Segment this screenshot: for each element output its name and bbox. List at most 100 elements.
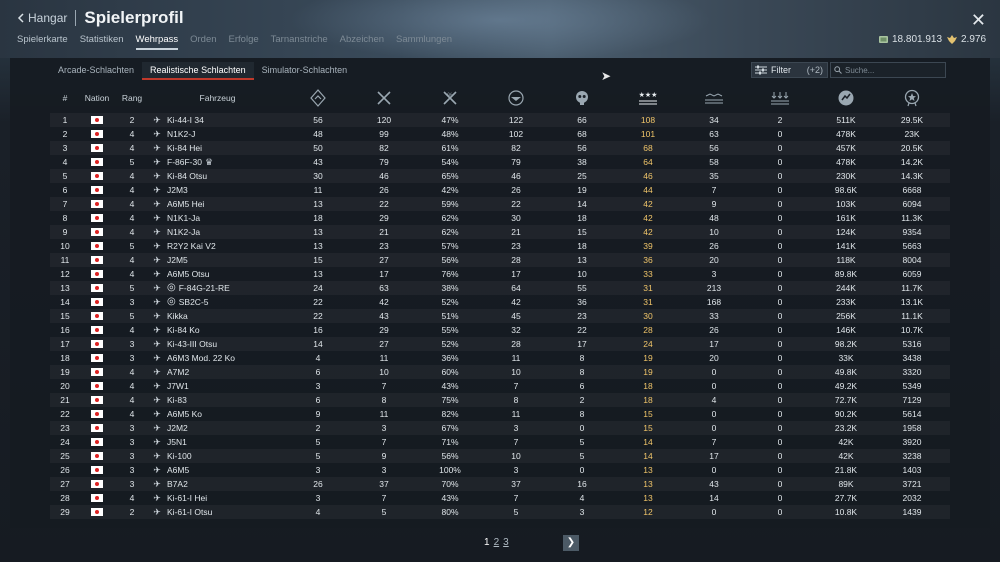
column-air-kills[interactable]: ★★★: [615, 84, 681, 112]
win-rate-value: 48%: [441, 129, 459, 139]
ground-kills-value: 17: [709, 451, 719, 461]
column-vehicle[interactable]: Fahrzeug: [150, 84, 285, 112]
column-deaths[interactable]: [549, 84, 615, 112]
table-row[interactable]: 14 3 ✈ ◎ SB2C-5 22 42 52% 42 36 31 168 0 233K 13.1K: [50, 295, 950, 309]
nation-flag: [80, 197, 114, 211]
column-nation[interactable]: Nation: [80, 84, 114, 112]
victories-value: 99: [379, 129, 389, 139]
victories-value: 29: [379, 325, 389, 335]
next-page-button[interactable]: ❯: [563, 535, 579, 551]
column-victories[interactable]: [351, 84, 417, 112]
table-row[interactable]: 21 4 ✈ Ki-83 6 8 75% 8 2 18 4 0 72.7K 7129: [50, 393, 950, 407]
back-button[interactable]: Hangar: [17, 11, 67, 25]
nation-flag: [80, 365, 114, 379]
win-rate-value: 55%: [441, 325, 459, 335]
aircraft-icon: ✈: [153, 409, 161, 419]
deaths-value: 66: [577, 115, 587, 125]
air-kills-value: 42: [643, 199, 653, 209]
score-value: 49.2K: [834, 381, 858, 391]
page-2-link[interactable]: 2: [494, 537, 500, 548]
rank-value: 3: [129, 437, 135, 447]
victories-value: 82: [379, 143, 389, 153]
column-ground-kills[interactable]: [681, 84, 747, 112]
table-row[interactable]: 17 3 ✈ Ki-43-III Otsu 14 27 52% 28 17 24 17 0 98.2K 5…: [50, 337, 950, 351]
battles-value: 26: [313, 479, 323, 489]
column-number[interactable]: #: [50, 84, 80, 112]
table-row[interactable]: 2 4 ✈ N1K2-J 48 99 48% 102 68 101 63 0 478K 23K: [50, 127, 950, 141]
vehicle-label: J2M5: [167, 255, 188, 265]
tab-spielerkarte[interactable]: Spielerkarte: [17, 34, 68, 50]
table-row[interactable]: 16 4 ✈ Ki-84 Ko 16 29 55% 32 22 28 26 0 146K 10.7K: [50, 323, 950, 337]
table-row[interactable]: 9 4 ✈ N1K2-Ja 13 21 62% 21 15 42 10 0 124K 9354: [50, 225, 950, 239]
tab-abzeichen[interactable]: Abzeichen: [340, 34, 384, 50]
table-row[interactable]: 10 5 ✈ R2Y2 Kai V2 13 23 57% 23 18 39 26 0 141K 5663: [50, 239, 950, 253]
table-row[interactable]: 25 3 ✈ Ki-100 5 9 56% 10 5 14 17 0 42K 3238: [50, 449, 950, 463]
table-row[interactable]: 22 4 ✈ A6M5 Ko 9 11 82% 11 8 15 0 0 90.2K 5614: [50, 407, 950, 421]
table-row[interactable]: 1 2 ✈ Ki-44-I 34 56 120 47% 122 66 108 34 2 511K 29.5…: [50, 113, 950, 127]
column-rank[interactable]: Rang: [114, 84, 150, 112]
tab-wehrpass[interactable]: Wehrpass: [135, 34, 179, 50]
japan-flag-icon: [91, 367, 103, 376]
air-kills-value: 42: [643, 227, 653, 237]
battles-value: 16: [313, 325, 323, 335]
win-rate-value: 76%: [441, 269, 459, 279]
filter-button[interactable]: Filter (+2): [751, 62, 828, 78]
table-row[interactable]: 19 4 ✈ A7M2 6 10 60% 10 8 19 0 0 49.8K 3320: [50, 365, 950, 379]
search-box[interactable]: [830, 62, 946, 78]
battles-value: 50: [313, 143, 323, 153]
table-row[interactable]: 5 4 ✈ Ki-84 Otsu 30 46 65% 46 25 46 35 0 230K 14.3K: [50, 169, 950, 183]
column-respawns[interactable]: [483, 84, 549, 112]
close-icon[interactable]: ✕: [971, 10, 986, 31]
table-row[interactable]: 13 5 ✈ ◎ F-84G-21-RE 24 63 38% 64 55 31 213 0 244K 11.…: [50, 281, 950, 295]
nation-flag: [80, 253, 114, 267]
respawns-value: 22: [511, 199, 521, 209]
air-kills-value: 64: [643, 157, 653, 167]
table-row[interactable]: 6 4 ✈ J2M3 11 26 42% 26 19 44 7 0 98.6K 6668: [50, 183, 950, 197]
table-row[interactable]: 29 2 ✈ Ki-61-I Otsu 4 5 80% 5 3 12 0 0 10.8K 1439: [50, 505, 950, 519]
page-1-link[interactable]: 1: [484, 537, 490, 548]
score-value: 103K: [836, 199, 856, 209]
tab-realistic-battles[interactable]: Realistische Schlachten: [142, 62, 254, 80]
table-row[interactable]: 4 5 ✈ F-86F-30 ♛ 43 79 54% 79 38 64 58 0 478K 14.2K: [50, 155, 950, 169]
table-row[interactable]: 8 4 ✈ N1K1-Ja 18 29 62% 30 18 42 48 0 161K 11.3K: [50, 211, 950, 225]
aircraft-icon: ✈: [153, 437, 161, 447]
victories-value: 46: [379, 171, 389, 181]
table-row[interactable]: 3 4 ✈ Ki-84 Hei 50 82 61% 82 56 68 56 0 457K 20.5K: [50, 141, 950, 155]
victories-value: 7: [381, 437, 387, 447]
table-row[interactable]: 18 3 ✈ A6M3 Mod. 22 Ko 4 11 36% 11 8 19 20 0 33K 3438: [50, 351, 950, 365]
experience-value: 3920: [902, 437, 922, 447]
tab-arcade-battles[interactable]: Arcade-Schlachten: [50, 62, 142, 78]
table-row[interactable]: 11 4 ✈ J2M5 15 27 56% 28 13 36 20 0 118K 8004: [50, 253, 950, 267]
rank-value: 4: [129, 199, 135, 209]
table-row[interactable]: 20 4 ✈ J7W1 3 7 43% 7 6 18 0 0 49.2K 5349: [50, 379, 950, 393]
experience-value: 2032: [902, 493, 922, 503]
table-row[interactable]: 28 4 ✈ Ki-61-I Hei 3 7 43% 7 4 13 14 0 27.7K 2032: [50, 491, 950, 505]
column-score[interactable]: [813, 84, 879, 112]
vehicle-name: ✈ Ki-43-III Otsu: [150, 337, 285, 351]
deaths-value: 55: [577, 283, 587, 293]
rank-value: 3: [129, 339, 135, 349]
table-row[interactable]: 23 3 ✈ J2M2 2 3 67% 3 0 15 0 0 23.2K 1958: [50, 421, 950, 435]
column-experience[interactable]: [879, 84, 945, 112]
table-row[interactable]: 24 3 ✈ J5N1 5 7 71% 7 5 14 7 0 42K 3920: [50, 435, 950, 449]
table-row[interactable]: 7 4 ✈ A6M5 Hei 13 22 59% 22 14 42 9 0 103K 6094: [50, 197, 950, 211]
table-row[interactable]: 15 5 ✈ Kikka 22 43 51% 45 23 30 33 0 256K 11.1K: [50, 309, 950, 323]
tab-tarnanstriche[interactable]: Tarnanstriche: [271, 34, 328, 50]
tab-erfolge[interactable]: Erfolge: [229, 34, 259, 50]
tab-sammlungen[interactable]: Sammlungen: [396, 34, 452, 50]
column-win-rate[interactable]: %: [417, 84, 483, 112]
tab-statistiken[interactable]: Statistiken: [80, 34, 124, 50]
table-row[interactable]: 12 4 ✈ A6M5 Otsu 13 17 76% 17 10 33 3 0 89.8K 6059: [50, 267, 950, 281]
battles-value: 5: [315, 437, 321, 447]
vehicle-name: ✈ Ki-84 Hei: [150, 141, 285, 155]
page-3-link[interactable]: 3: [503, 537, 509, 548]
table-row[interactable]: 27 3 ✈ B7A2 26 37 70% 37 16 13 43 0 89K 3721: [50, 477, 950, 491]
column-battles[interactable]: [285, 84, 351, 112]
respawns-value: 10: [511, 451, 521, 461]
deaths-value: 14: [577, 199, 587, 209]
column-naval-kills[interactable]: [747, 84, 813, 112]
tab-orden[interactable]: Orden: [190, 34, 216, 50]
table-row[interactable]: 26 3 ✈ A6M5 3 3 100% 3 0 13 0 0 21.8K 1403: [50, 463, 950, 477]
tab-simulator-battles[interactable]: Simulator-Schlachten: [254, 62, 356, 78]
search-input[interactable]: [845, 65, 943, 75]
